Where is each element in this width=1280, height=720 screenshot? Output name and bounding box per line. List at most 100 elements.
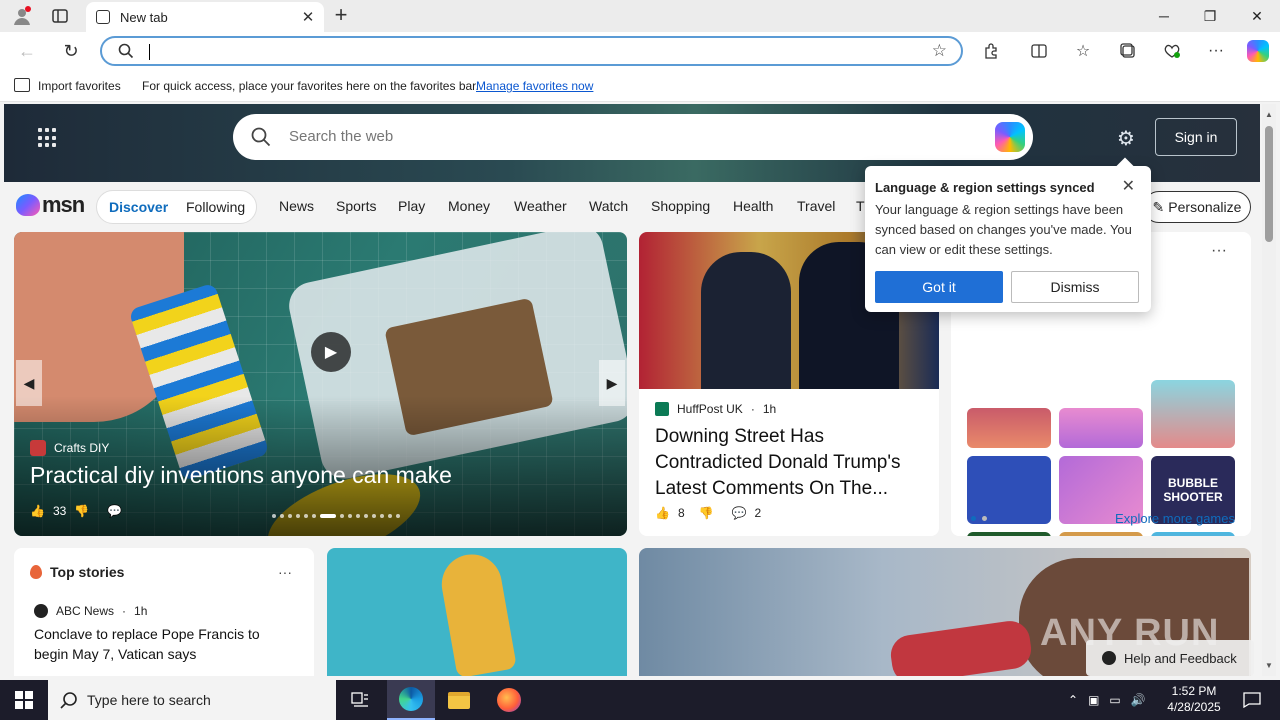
game-tile-4[interactable] [967,456,1051,524]
copilot-icon[interactable] [1245,39,1271,63]
more-options-icon[interactable]: ··· [278,564,292,580]
flame-icon [30,565,42,579]
tab-following[interactable]: Following [186,199,245,215]
manage-favorites-link[interactable]: Manage favorites now [476,79,593,93]
comment-count: 2 [754,506,762,520]
scroll-down-icon[interactable]: ▼ [1265,661,1273,670]
firefox-icon[interactable] [485,680,533,720]
help-feedback-button[interactable]: Help and Feedback [1086,640,1254,676]
pencil-icon: ✎ [1152,198,1165,215]
start-button[interactable] [0,680,48,720]
article-headline[interactable]: Practical diy inventions anyone can make [30,462,452,489]
carousel-next-button[interactable]: ▶ [599,360,625,406]
nav-travel[interactable]: Travel [797,198,835,214]
nav-weather[interactable]: Weather [514,198,567,214]
source-name: Crafts DIY [54,441,110,455]
like-count: 33 [52,504,67,518]
new-tab-button[interactable]: + [330,4,352,28]
network-icon[interactable]: ▭ [1109,693,1120,707]
msn-logo-text: msn [42,192,85,217]
notifications-icon[interactable] [1232,680,1272,720]
msn-logo[interactable]: msn [16,192,85,218]
scrollbar-thumb[interactable] [1265,126,1273,242]
play-icon[interactable]: ▶ [311,332,351,372]
split-screen-icon[interactable] [1026,39,1052,63]
more-options-icon[interactable]: ··· [1211,242,1227,260]
favorite-star-icon[interactable]: ☆ [932,41,947,61]
explore-more-games-link[interactable]: Explore more games [1115,511,1235,526]
comment-icon[interactable]: 💬 [732,506,747,520]
file-explorer-icon[interactable] [435,680,483,720]
restore-button[interactable]: ❐ [1187,0,1233,32]
game-tile-screw-puzzle[interactable] [1059,532,1143,536]
extensions-icon[interactable] [978,39,1004,63]
nav-play[interactable]: Play [398,198,425,214]
chevron-up-icon[interactable]: ⌃ [1068,693,1078,707]
game-tile-1[interactable] [967,408,1051,448]
personalize-label: Personalize [1168,199,1242,215]
taskbar-clock[interactable]: 1:52 PM 4/28/2025 [1158,683,1230,715]
favorites-bar-message: For quick access, place your favorites h… [142,79,479,93]
nav-watch[interactable]: Watch [589,198,628,214]
huffpost-logo-icon [655,402,669,416]
refresh-button[interactable]: ↻ [58,39,84,63]
msn-butterfly-icon [16,194,40,216]
nav-sports[interactable]: Sports [336,198,376,214]
collections-icon[interactable] [1115,39,1141,63]
close-window-button[interactable]: ✕ [1234,0,1280,32]
edge-taskbar-icon[interactable] [387,680,435,720]
nav-money[interactable]: Money [448,198,490,214]
personalize-button[interactable]: ✎ Personalize [1143,191,1251,223]
feed-toggle: Discover Following [96,190,257,224]
featured-video-card[interactable]: ▶ ◀ ▶ Crafts DIY Practical diy invention… [14,232,627,536]
carousel-prev-button[interactable]: ◀ [16,360,42,406]
game-tile-2[interactable] [1059,408,1143,448]
more-options-icon[interactable]: ··· [1203,39,1229,63]
page-scrollbar[interactable]: ▲ ▼ [1262,104,1276,676]
taskbar-search-placeholder: Type here to search [87,692,211,708]
article-time: 1h [762,402,777,416]
apps-grid-icon[interactable] [38,128,58,148]
nav-news[interactable]: News [279,198,314,214]
dislike-icon[interactable]: 👎 [699,506,714,520]
nav-health[interactable]: Health [733,198,773,214]
nav-shopping[interactable]: Shopping [651,198,710,214]
game-tile-8[interactable] [1151,532,1235,536]
network-drive-icon[interactable]: ▣ [1088,693,1099,707]
import-favorites-button[interactable]: Import favorites [38,79,121,93]
scroll-up-icon[interactable]: ▲ [1265,110,1273,119]
article-headline[interactable]: Downing Street Has Contradicted Donald T… [655,424,927,502]
game-tile-3[interactable] [1151,380,1235,448]
taskbar-search-box[interactable]: Type here to search [48,680,336,720]
help-icon [1102,651,1116,665]
image-card-jumping-person[interactable] [327,548,627,676]
dismiss-button[interactable]: Dismiss [1011,271,1139,303]
tab-new-tab[interactable]: New tab ✕ [86,2,324,32]
sign-in-button[interactable]: Sign in [1155,118,1237,156]
task-view-icon[interactable] [336,680,384,720]
favorites-icon[interactable]: ☆ [1070,39,1096,63]
address-bar[interactable]: ☆ [100,36,963,66]
minimize-button[interactable]: ─ [1141,0,1187,32]
like-icon[interactable]: 👍 [30,504,45,518]
volume-icon[interactable]: 🔊 [1131,693,1146,707]
got-it-button[interactable]: Got it [875,271,1003,303]
back-button[interactable]: ← [14,39,40,63]
tab-discover[interactable]: Discover [109,199,168,215]
close-popup-icon[interactable]: ✕ [1122,176,1135,196]
settings-gear-icon[interactable]: ⚙ [1117,126,1135,151]
web-search-box[interactable]: Search the web [233,114,1033,160]
windows-logo-icon [15,691,33,709]
tab-actions-icon[interactable] [48,4,72,28]
dislike-icon[interactable]: 👎 [74,504,89,518]
browser-essentials-icon[interactable] [1159,39,1185,63]
like-icon[interactable]: 👍 [655,506,670,520]
close-tab-icon[interactable]: ✕ [298,8,318,26]
copilot-search-icon[interactable] [995,122,1025,152]
profile-icon[interactable] [10,4,34,28]
article-headline[interactable]: Conclave to replace Pope Francis to begi… [34,624,294,664]
game-tile-mahjong[interactable] [967,532,1051,536]
comment-icon[interactable]: 💬 [107,504,122,518]
nav-truncated[interactable]: T [856,198,865,214]
source-logo-icon [30,440,46,456]
